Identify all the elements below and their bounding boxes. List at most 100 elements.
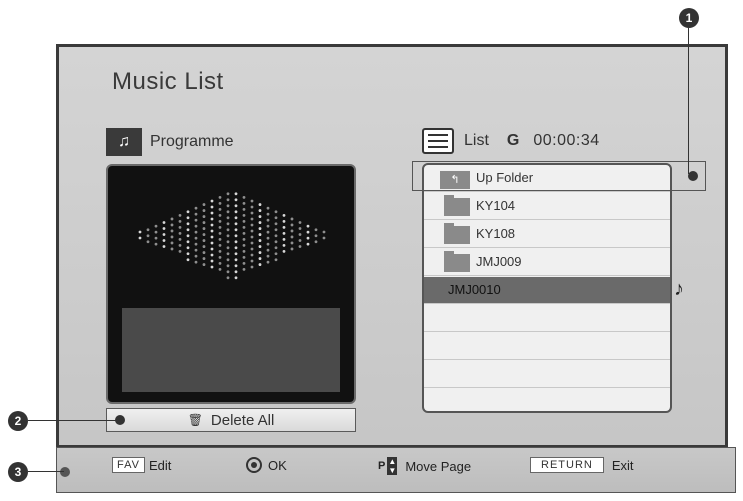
list-item-empty [424,305,670,332]
visualizer-dot [258,215,262,218]
visualizer-dot [162,221,166,224]
visualizer-dot [282,213,286,217]
visualizer-dot [234,234,238,238]
return-key: RETURN [530,457,604,473]
visualizer-dot [210,229,214,233]
visualizer-dot [186,258,190,262]
music-note-icon: ♪ [674,278,684,300]
callout-3: 3 [8,462,28,482]
callout-2: 2 [8,411,28,431]
visualizer-dot [306,236,310,240]
visualizer-dot [274,258,278,262]
list-item-empty [424,361,670,388]
visualizer-dot [218,231,222,235]
help-move-page: P ▲ ▼ Move Page [378,457,471,475]
visualizer-dot [218,195,222,199]
visualizer-dot [210,217,214,221]
callout-anchor-dot [115,415,125,425]
visualizer-dot [306,230,310,234]
callout-3-line [28,471,64,472]
visualizer-dot [226,276,230,280]
visualizer-dot [202,227,206,230]
list-label: List [464,132,489,149]
visualizer-dot [234,276,238,280]
visualizer-dot [146,228,150,232]
visualizer-dot [210,247,214,251]
programme-panel [106,164,356,404]
delete-all-button[interactable]: 🗑 Delete All [106,408,356,432]
list-icon [422,128,454,154]
visualizer-dot [234,246,238,250]
visualizer-dot [202,233,206,236]
list-item-folder[interactable]: JMJ009 [424,249,670,276]
visualizer-dot [266,254,270,258]
visualizer-dot [226,210,230,214]
visualizer-dot [162,245,166,248]
visualizer-dot [250,253,254,257]
visualizer-dot [146,234,150,238]
visualizer-dot [258,251,262,254]
visualizer-dot [298,221,302,224]
visualizer-dot [298,233,302,236]
visualizer-dot [322,230,326,234]
visualizer-dot [290,229,294,233]
callout-1-line [688,28,689,174]
visualizer-dot [170,229,174,233]
visualizer-dot [186,210,190,214]
ok-button-icon [246,457,262,473]
list-item-folder[interactable]: KY104 [424,193,670,220]
visualizer-dot [234,252,238,256]
visualizer-dot [226,240,230,244]
visualizer-dot [186,216,190,220]
visualizer-dot [250,247,254,251]
visualizer-dot [202,245,206,248]
list-item-label: KY104 [476,198,516,213]
visualizer-dot [154,242,158,246]
folder-icon [444,251,470,272]
visualizer-dot [154,230,158,234]
visualizer-dot [314,234,318,238]
visualizer-dot [258,233,262,236]
visualizer-dot [274,222,278,226]
list-item-selected[interactable]: JMJ0010 [424,277,670,304]
folder-icon [444,195,470,216]
visualizer-dot [170,241,174,245]
visualizer-dot [226,234,230,238]
visualizer-dot [234,258,238,262]
channel-indicator: G [506,132,520,149]
visualizer-dot [210,205,214,209]
list-item-folder[interactable]: KY108 [424,221,670,248]
callout-2-line [28,420,116,421]
callout-anchor-dot [688,171,698,181]
visualizer-dot [138,236,142,240]
visualizer-dot [210,235,214,239]
visualizer-dot [242,213,246,217]
visualizer-dot [242,207,246,211]
visualizer-dot [250,199,254,203]
visualizer-dot [242,225,246,229]
visualizer-dot [258,209,262,212]
page-title: Music List [112,68,224,95]
visualizer-dot [226,270,230,274]
visualizer-dot [306,224,310,228]
visualizer-dot [242,237,246,241]
help-fav-edit: FAV Edit [112,457,171,473]
visualizer-dot [210,253,214,257]
visualizer-dot [186,240,190,244]
visualizer-dot [266,260,270,264]
visualizer-dot [266,236,270,240]
visualizer-dot [258,221,262,224]
music-list: ↰ Up Folder KY104 KY108 JMJ009 JMJ0010 [422,163,672,413]
visualizer-dot [218,219,222,223]
visualizer-dot [226,246,230,250]
visualizer-dot [250,205,254,209]
playback-time: 00:00:34 [533,132,600,149]
visualizer-dot [250,223,254,227]
visualizer-dot [298,239,302,242]
visualizer-dot [178,231,182,235]
visualizer-dot [266,218,270,222]
visualizer-dot [194,224,198,228]
visualizer-dot [234,210,238,214]
visualizer-dot [266,224,270,228]
visualizer-dot [210,223,214,227]
